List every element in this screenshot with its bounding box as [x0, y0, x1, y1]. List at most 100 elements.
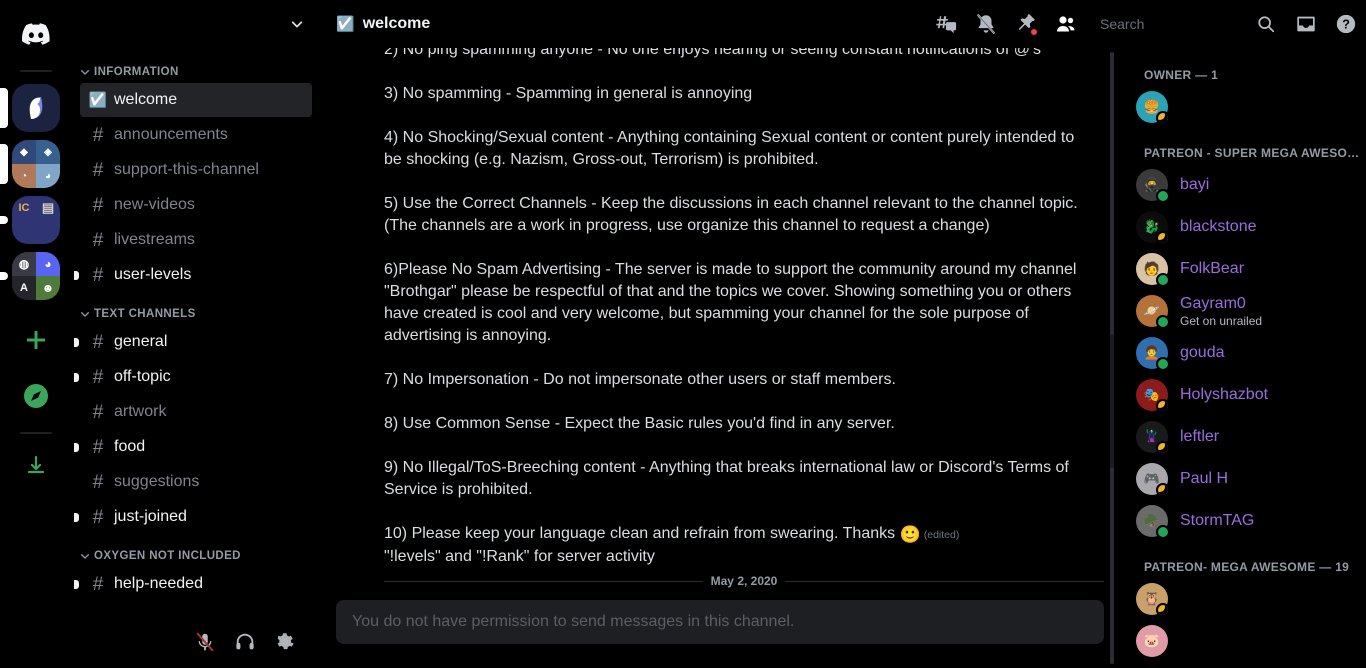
threads-icon[interactable] [934, 12, 958, 36]
member-name: blackstone [1180, 218, 1257, 236]
unread-dot [74, 579, 79, 589]
sidebar-channel-artwork[interactable]: # artwork [80, 395, 312, 429]
message-paragraph: 9) No Illegal/ToS-Breeching content - An… [384, 459, 1069, 498]
member-list-item[interactable]: 🪐 Gayram0 Get on unrailed [1120, 290, 1358, 332]
channel-name: artwork [114, 403, 167, 420]
status-indicator-online [1156, 357, 1170, 371]
sidebar-channel-just-joined[interactable]: # just-joined [74, 500, 312, 534]
member-list: OWNER — 1 🍔 PATREON - SUPER MEGA AWESO… 🥷 ba… [1120, 48, 1366, 668]
member-list-item[interactable]: 🎮 Paul H [1120, 458, 1358, 500]
member-list-item[interactable]: 🧑 FolkBear [1120, 248, 1358, 290]
headphones-icon[interactable] [234, 631, 256, 653]
message-scrollbar[interactable] [1108, 52, 1116, 664]
server-avatar [12, 84, 60, 132]
sidebar-channel-suggestions[interactable]: # suggestions [80, 465, 312, 499]
status-indicator-idle [1156, 399, 1170, 413]
server-tile: ◔ [12, 164, 36, 188]
notifications-muted-icon[interactable] [974, 12, 998, 36]
member-name: gouda [1180, 344, 1225, 362]
plus-icon [27, 331, 45, 349]
server-item[interactable] [0, 80, 72, 136]
status-indicator-idle [1156, 603, 1170, 617]
message-paragraph: 7) No Impersonation - Do not impersonate… [384, 371, 896, 388]
member-custom-status: Get on unrailed [1180, 313, 1263, 328]
sidebar-channel-support-this-channel[interactable]: # support-this-channel [80, 153, 312, 187]
member-list-item[interactable]: 🪖 StormTAG [1120, 500, 1358, 542]
avatar: 🧑‍🦱 [1136, 337, 1170, 371]
topbar-icons: Search ? [934, 12, 1358, 37]
sidebar-channel-user-levels[interactable]: # user-levels [74, 258, 312, 292]
avatar: 🦹 [1136, 421, 1170, 455]
explore-servers-button[interactable] [12, 372, 60, 420]
avatar: 🐉 [1136, 211, 1170, 245]
category-label: OXYGEN NOT INCLUDED [94, 550, 241, 562]
unread-dot [74, 337, 79, 347]
sidebar-channel-welcome[interactable]: ☑️ welcome [80, 83, 312, 117]
help-icon[interactable]: ? [1334, 12, 1358, 36]
rail-divider [20, 70, 52, 72]
sidebar-channel-food[interactable]: # food [74, 430, 312, 464]
member-list-item[interactable]: 🥷 bayi [1120, 164, 1358, 206]
sidebar-channel-announcements[interactable]: # announcements [80, 118, 312, 152]
member-list-item[interactable]: 🧑‍🦱 gouda [1120, 332, 1358, 374]
channel-name: support-this-channel [114, 161, 259, 178]
server-avatar: IC ▤ [12, 196, 60, 244]
server-tile: ◕ [36, 252, 60, 276]
user-controls [72, 616, 320, 668]
sidebar-channel-new-videos[interactable]: # new-videos [80, 188, 312, 222]
download-apps-button[interactable] [12, 442, 60, 490]
member-group-header: PATREON- MEGA AWESOME — 19 [1144, 560, 1350, 574]
server-item[interactable]: ◍ ◕ A ☻ [0, 248, 72, 304]
channel-name: announcements [114, 126, 228, 143]
member-list-item[interactable]: 🎭 Holyshazbot [1120, 374, 1358, 416]
member-list-item[interactable]: 🍔 [1120, 86, 1358, 128]
member-name: Gayram0 [1180, 294, 1246, 312]
sidebar-channel-general[interactable]: # general [74, 325, 312, 359]
message-pane: 2) No ping spamming anyone - No one enjo… [320, 48, 1120, 668]
server-item[interactable]: ◆ ◈ ◔ ◕ [0, 136, 72, 192]
channel-category-header[interactable]: INFORMATION [72, 56, 320, 82]
status-indicator-idle [1156, 441, 1170, 455]
user-settings-gear-icon[interactable] [274, 631, 296, 653]
member-list-item[interactable]: 🦉 [1120, 578, 1358, 620]
add-server-button[interactable] [12, 316, 60, 364]
category-label: TEXT CHANNELS [94, 308, 196, 320]
message-final-line-2: "!levels" and "!Rank" for server activit… [384, 548, 655, 566]
server-tile: ▤ [41, 200, 55, 215]
channel-name: livestreams [114, 231, 195, 248]
home-button[interactable] [12, 10, 60, 58]
channel-category-header[interactable]: TEXT CHANNELS [72, 298, 320, 324]
chevron-down-icon [81, 554, 89, 559]
member-list-icon[interactable] [1054, 12, 1078, 36]
avatar: 🦉 [1136, 583, 1170, 617]
main-area: ☑️ welcome Search ? 2) No ping spamming … [320, 0, 1366, 668]
microphone-muted-icon[interactable] [194, 631, 216, 653]
sidebar-channel-off-topic[interactable]: # off-topic [74, 360, 312, 394]
inbox-icon[interactable] [1294, 12, 1318, 36]
scrollbar-thumb[interactable] [1110, 333, 1114, 469]
message-paragraph: 3) No spamming - Spamming in general is … [384, 85, 753, 102]
sidebar-channel-livestreams[interactable]: # livestreams [80, 223, 312, 257]
channel-name: welcome [114, 91, 178, 108]
page-title: welcome [362, 15, 431, 32]
server-item[interactable]: IC ▤ [0, 192, 72, 248]
member-list-item[interactable]: 🦹 leftler [1120, 416, 1358, 458]
sidebar-channel-help-needed[interactable]: # help-needed [74, 567, 312, 601]
member-list-item[interactable]: 🐉 blackstone [1120, 206, 1358, 248]
compass-icon [24, 384, 48, 408]
hash-icon: # [92, 229, 104, 251]
member-group-header: OWNER — 1 [1144, 68, 1219, 82]
member-list-item[interactable]: 🐷 [1120, 620, 1358, 662]
guild-header[interactable] [72, 0, 320, 48]
message-scroll[interactable]: 2) No ping spamming anyone - No one enjo… [320, 48, 1120, 600]
message-paragraph: 5) Use the Correct Channels - Keep the d… [384, 195, 1078, 234]
search-input[interactable]: Search [1094, 12, 1238, 36]
channel-name: suggestions [114, 473, 200, 490]
pinned-messages-icon[interactable] [1014, 12, 1039, 37]
channel-category-header[interactable]: OXYGEN NOT INCLUDED [72, 540, 320, 566]
avatar-image: 🐷 [1136, 625, 1168, 657]
hash-icon: # [92, 331, 104, 353]
search-icon[interactable] [1254, 12, 1278, 36]
unread-pill [0, 144, 8, 184]
channel-title-group: ☑️ welcome [336, 15, 430, 33]
